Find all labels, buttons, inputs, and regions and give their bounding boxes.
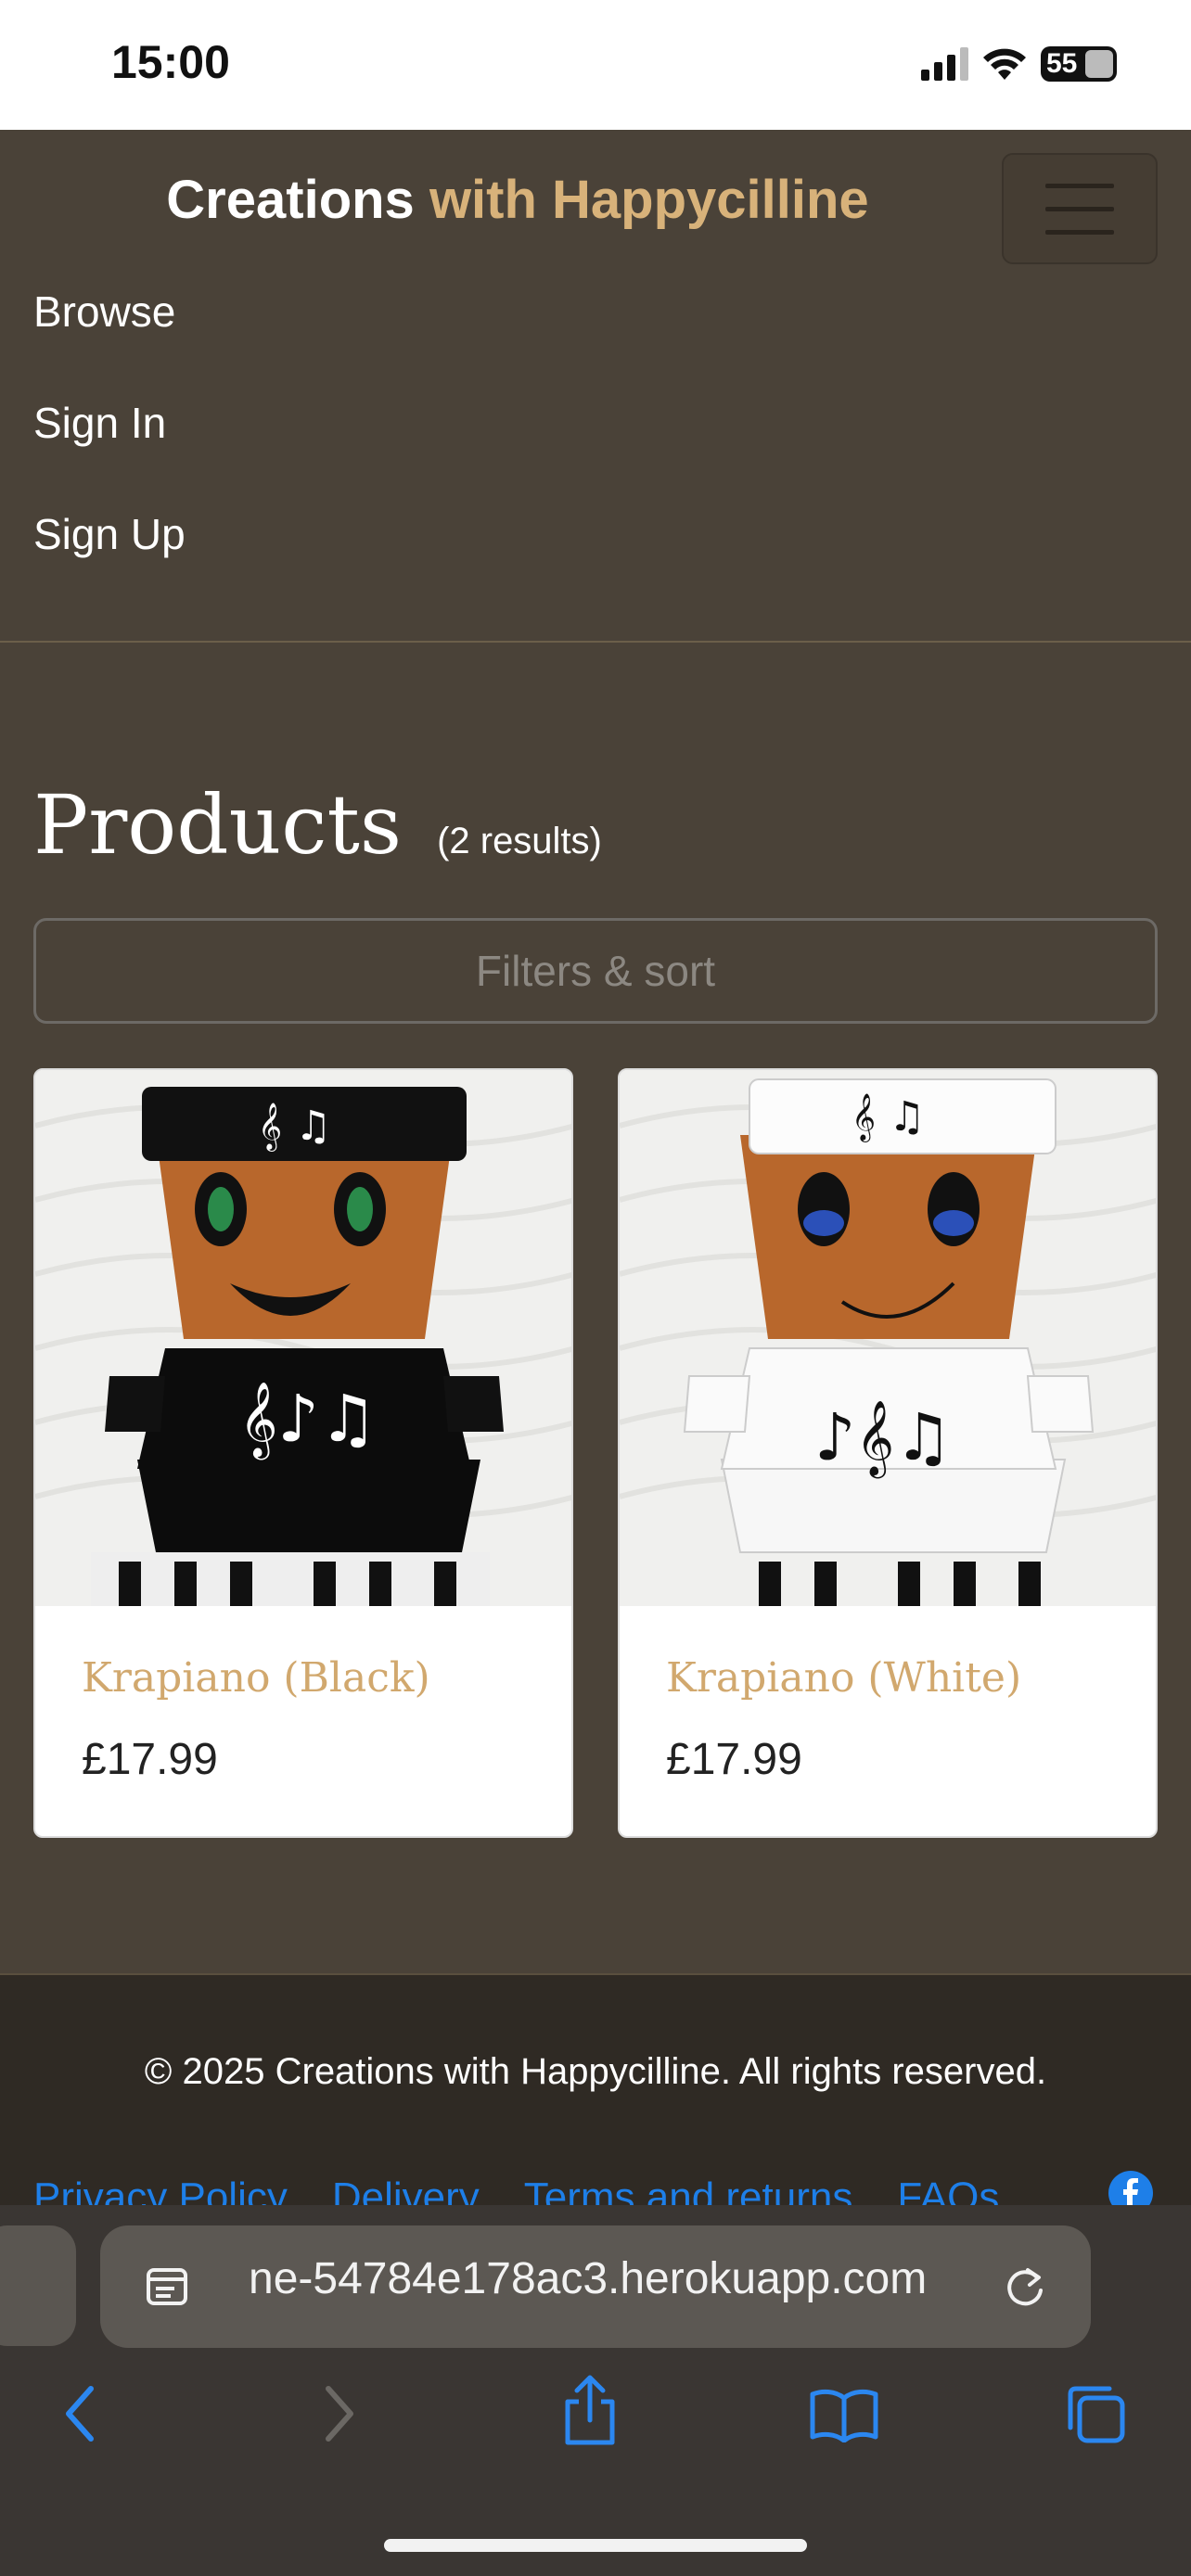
product-card[interactable]: 𝄞 ♫ 𝄞♪♫ Krapiano (Black) £17.99 (33, 1068, 573, 1838)
results-count: (2 results) (437, 821, 602, 861)
page-title: Products (2 results) (33, 777, 602, 873)
status-icons: 55 (921, 46, 1117, 82)
svg-text:𝄞 ♫: 𝄞 ♫ (852, 1093, 925, 1142)
svg-text:𝄞 ♫: 𝄞 ♫ (258, 1103, 331, 1152)
svg-text:♪𝄞♫: ♪𝄞♫ (814, 1399, 953, 1478)
footer: © 2025 Creations with Happycilline. All … (0, 1973, 1191, 2220)
nav-link-sign-up[interactable]: Sign Up (33, 510, 186, 621)
product-image-krapiano-white[interactable]: 𝄞 ♫ ♪𝄞♫ (620, 1070, 1158, 1606)
nav-links: Browse Sign In Sign Up (33, 287, 186, 621)
navbar: Creations with Happycilline Browse Sign … (0, 130, 1191, 643)
product-image-krapiano-black[interactable]: 𝄞 ♫ 𝄞♪♫ (35, 1070, 573, 1606)
share-icon[interactable] (560, 2374, 620, 2448)
product-price: £17.99 (666, 1735, 802, 1784)
url-text[interactable]: ne-54784e178ac3.herokuapp.com (249, 2253, 1065, 2304)
wifi-icon (983, 48, 1026, 80)
hamburger-icon (1045, 183, 1114, 188)
home-indicator (384, 2539, 807, 2552)
product-name[interactable]: Krapiano (Black) (82, 1654, 430, 1702)
copyright-text: © 2025 Creations with Happycilline. All … (144, 2051, 1047, 2092)
status-time: 15:00 (111, 36, 230, 88)
nav-link-browse[interactable]: Browse (33, 287, 186, 399)
battery-icon: 55 (1041, 46, 1117, 82)
menu-toggle-button[interactable] (1002, 153, 1158, 264)
back-icon[interactable] (58, 2381, 104, 2446)
tabs-icon[interactable] (1063, 2381, 1128, 2446)
product-price: £17.99 (82, 1735, 218, 1784)
status-bar: 15:00 55 (0, 0, 1191, 130)
forward-icon[interactable] (315, 2381, 362, 2446)
bookmarks-icon[interactable] (809, 2387, 879, 2442)
previous-tab-preview[interactable] (0, 2225, 76, 2346)
product-card[interactable]: 𝄞 ♫ ♪𝄞♫ Krapiano (White) £17.99 (618, 1068, 1158, 1838)
address-bar[interactable]: ne-54784e178ac3.herokuapp.com (100, 2225, 1091, 2348)
browser-toolbar: ne-54784e178ac3.herokuapp.com (0, 2205, 1191, 2576)
svg-text:𝄞♪♫: 𝄞♪♫ (239, 1381, 378, 1460)
page-menu-icon[interactable] (145, 2264, 189, 2309)
filters-sort-button[interactable]: Filters & sort (33, 918, 1158, 1024)
brand-part-2: with Happycilline (429, 170, 869, 230)
cellular-signal-icon (921, 47, 968, 81)
products-heading: Products (33, 777, 403, 873)
product-name[interactable]: Krapiano (White) (666, 1654, 1021, 1702)
nav-link-sign-in[interactable]: Sign In (33, 399, 186, 510)
reload-icon[interactable] (1002, 2264, 1048, 2311)
brand-logo[interactable]: Creations with Happycilline (0, 169, 1035, 231)
battery-level: 55 (1046, 48, 1078, 79)
brand-part-1: Creations (166, 170, 415, 230)
